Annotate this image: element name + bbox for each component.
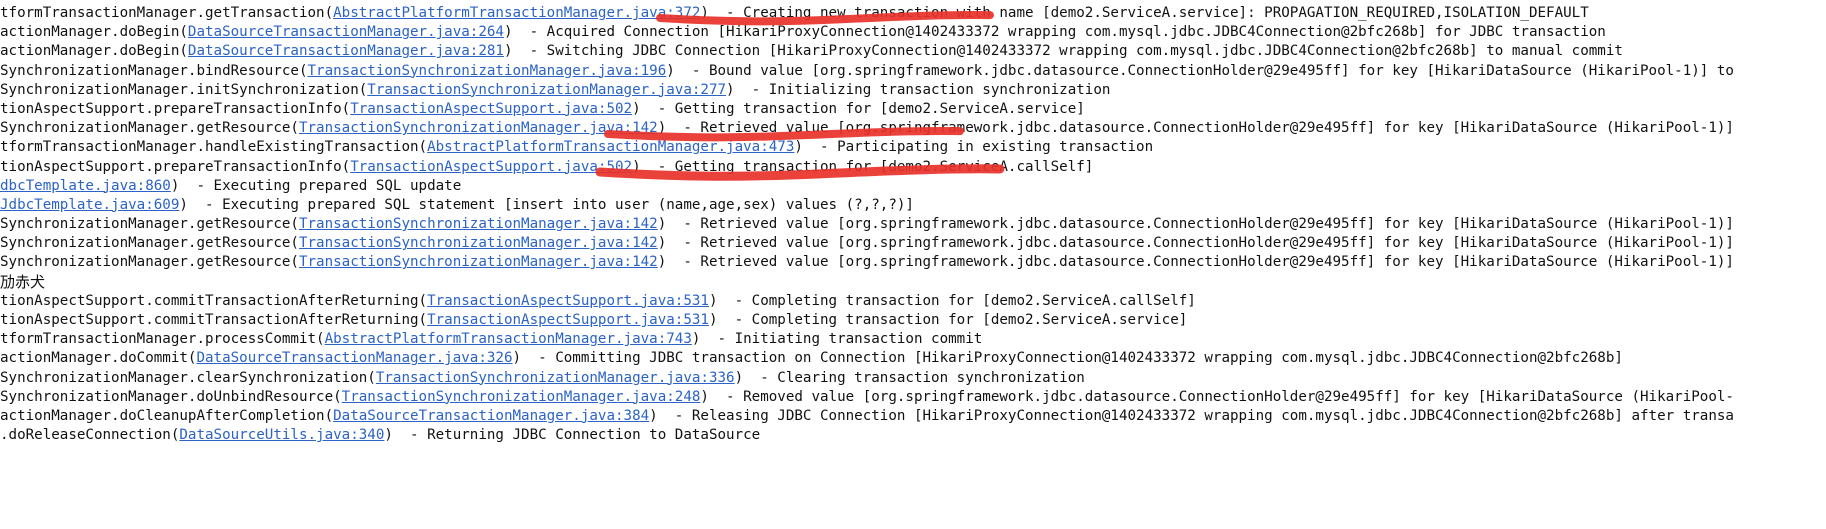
console-log-panel[interactable]: tformTransactionManager.getTransaction(A… (0, 0, 1826, 529)
source-location-link[interactable]: TransactionAspectSupport.java:531 (427, 293, 709, 309)
log-line-text: actionManager.doCommit( (0, 350, 197, 367)
log-line-text: ) - Retrieved value [org.springframework… (657, 216, 1734, 233)
source-location-link[interactable]: TransactionSynchronizationManager.java:1… (299, 254, 658, 270)
log-line-text: actionManager.doCleanupAfterCompletion( (0, 407, 334, 424)
source-location-link[interactable]: dbcTemplate.java:860 (0, 178, 171, 194)
log-line: actionManager.doBegin(DataSourceTransact… (0, 23, 1826, 42)
log-line-text: ) - Initiating transaction commit (691, 331, 983, 348)
log-line-text: ) - Participating in existing transactio… (794, 139, 1154, 156)
log-line-text: SynchronizationManager.getResource( (0, 120, 299, 137)
log-line-text: SynchronizationManager.bindResource( (0, 62, 308, 79)
log-line: tionAspectSupport.prepareTransactionInfo… (0, 158, 1826, 177)
log-line-text: actionManager.doBegin( (0, 24, 188, 41)
log-line-cjk-text: 劢赤犬 (0, 272, 46, 291)
log-line: .doReleaseConnection(DataSourceUtils.jav… (0, 426, 1826, 445)
log-line: tformTransactionManager.handleExistingTr… (0, 138, 1826, 157)
log-line: tionAspectSupport.commitTransactionAfter… (0, 311, 1826, 330)
log-line: actionManager.doBegin(DataSourceTransact… (0, 42, 1826, 61)
source-location-link[interactable]: DataSourceTransactionManager.java:384 (333, 408, 649, 424)
log-line: dbcTemplate.java:860) - Executing prepar… (0, 177, 1826, 196)
source-location-link[interactable]: DataSourceUtils.java:340 (179, 427, 384, 443)
log-line: SynchronizationManager.doUnbindResource(… (0, 388, 1826, 407)
log-line: tionAspectSupport.commitTransactionAfter… (0, 292, 1826, 311)
log-line: 劢赤犬 (0, 273, 1826, 292)
source-location-link[interactable]: AbstractPlatformTransactionManager.java:… (333, 5, 700, 21)
source-location-link[interactable]: DataSourceTransactionManager.java:326 (196, 350, 512, 366)
log-line-text: .doReleaseConnection( (0, 427, 180, 444)
source-location-link[interactable]: TransactionSynchronizationManager.java:1… (299, 216, 658, 232)
log-line-text: tionAspectSupport.prepareTransactionInfo… (0, 158, 351, 175)
log-line-text: tformTransactionManager.getTransaction( (0, 5, 334, 21)
log-line-text: actionManager.doBegin( (0, 43, 188, 60)
log-line-text: tformTransactionManager.handleExistingTr… (0, 139, 428, 156)
log-line-text: ) - Switching JDBC Connection [HikariPro… (503, 43, 1623, 60)
log-line-text: ) - Getting transaction for [demo2.Servi… (632, 100, 1085, 117)
log-line-text: SynchronizationManager.getResource( (0, 254, 299, 271)
log-line: SynchronizationManager.bindResource(Tran… (0, 62, 1826, 81)
log-line-text: ) - Returning JDBC Connection to DataSou… (384, 427, 761, 444)
log-line-text: SynchronizationManager.clearSynchronizat… (0, 369, 376, 386)
log-line: tionAspectSupport.prepareTransactionInfo… (0, 100, 1826, 119)
source-location-link[interactable]: TransactionSynchronizationManager.java:3… (376, 370, 735, 386)
log-line-text: tionAspectSupport.prepareTransactionInfo… (0, 100, 351, 117)
log-line: tformTransactionManager.processCommit(Ab… (0, 330, 1826, 349)
log-line: SynchronizationManager.getResource(Trans… (0, 119, 1826, 138)
source-location-link[interactable]: TransactionSynchronizationManager.java:2… (342, 389, 701, 405)
log-line-text: ) - Initializing transaction synchroniza… (726, 81, 1111, 98)
log-line: SynchronizationManager.getResource(Trans… (0, 215, 1826, 234)
log-line-text: tformTransactionManager.processCommit( (0, 331, 325, 348)
log-line-text: ) - Releasing JDBC Connection [HikariPro… (649, 407, 1734, 424)
source-location-link[interactable]: DataSourceTransactionManager.java:281 (188, 43, 504, 59)
log-line-text: SynchronizationManager.doUnbindResource( (0, 388, 342, 405)
log-line-text: ) - Clearing transaction synchronization (734, 369, 1085, 386)
source-location-link[interactable]: DataSourceTransactionManager.java:264 (188, 24, 504, 40)
log-line-text: SynchronizationManager.getResource( (0, 216, 299, 233)
source-location-link[interactable]: TransactionSynchronizationManager.java:1… (299, 120, 658, 136)
source-location-link[interactable]: TransactionSynchronizationManager.java:1… (308, 63, 667, 79)
source-location-link[interactable]: TransactionAspectSupport.java:531 (427, 312, 709, 328)
source-location-link[interactable]: TransactionSynchronizationManager.java:1… (299, 235, 658, 251)
log-line: SynchronizationManager.getResource(Trans… (0, 253, 1826, 272)
source-location-link[interactable]: AbstractPlatformTransactionManager.java:… (427, 139, 794, 155)
log-line-text: SynchronizationManager.getResource( (0, 235, 299, 252)
log-line-text: ) - Executing prepared SQL update (170, 177, 462, 194)
log-line: SynchronizationManager.initSynchronizati… (0, 81, 1826, 100)
source-location-link[interactable]: TransactionAspectSupport.java:502 (350, 101, 632, 117)
log-line-text: ) - Executing prepared SQL statement [in… (179, 196, 914, 213)
log-line-text: ) - Getting transaction for [demo2.Servi… (632, 158, 1094, 175)
log-line: SynchronizationManager.clearSynchronizat… (0, 369, 1826, 388)
log-line-text: ) - Removed value [org.springframework.j… (700, 388, 1734, 405)
log-line-text: ) - Completing transaction for [demo2.Se… (708, 292, 1196, 309)
log-line-text: ) - Creating new transaction with name [… (700, 5, 1589, 21)
log-line-text: ) - Retrieved value [org.springframework… (657, 120, 1734, 137)
log-line: tformTransactionManager.getTransaction(A… (0, 4, 1826, 23)
log-line-text: tionAspectSupport.commitTransactionAfter… (0, 312, 428, 328)
source-location-link[interactable]: AbstractPlatformTransactionManager.java:… (325, 331, 692, 347)
log-line-text: ) - Retrieved value [org.springframework… (657, 254, 1734, 271)
log-line-text: ) - Committing JDBC transaction on Conne… (512, 350, 1623, 367)
log-line: actionManager.doCleanupAfterCompletion(D… (0, 407, 1826, 426)
source-location-link[interactable]: JdbcTemplate.java:609 (0, 197, 179, 213)
log-line: SynchronizationManager.getResource(Trans… (0, 234, 1826, 253)
log-line: actionManager.doCommit(DataSourceTransac… (0, 349, 1826, 368)
source-location-link[interactable]: TransactionSynchronizationManager.java:2… (367, 82, 726, 98)
log-line-text: tionAspectSupport.commitTransactionAfter… (0, 292, 428, 309)
log-line-text: ) - Retrieved value [org.springframework… (657, 235, 1734, 252)
log-line-text: SynchronizationManager.initSynchronizati… (0, 81, 368, 98)
log-line-text: ) - Bound value [org.springframework.jdb… (666, 62, 1734, 79)
log-line: JdbcTemplate.java:609) - Executing prepa… (0, 196, 1826, 215)
log-line-text: ) - Acquired Connection [HikariProxyConn… (503, 24, 1606, 41)
log-line-list: tformTransactionManager.getTransaction(A… (0, 0, 1826, 445)
log-line-text: ) - Completing transaction for [demo2.Se… (708, 312, 1188, 328)
source-location-link[interactable]: TransactionAspectSupport.java:502 (350, 159, 632, 175)
